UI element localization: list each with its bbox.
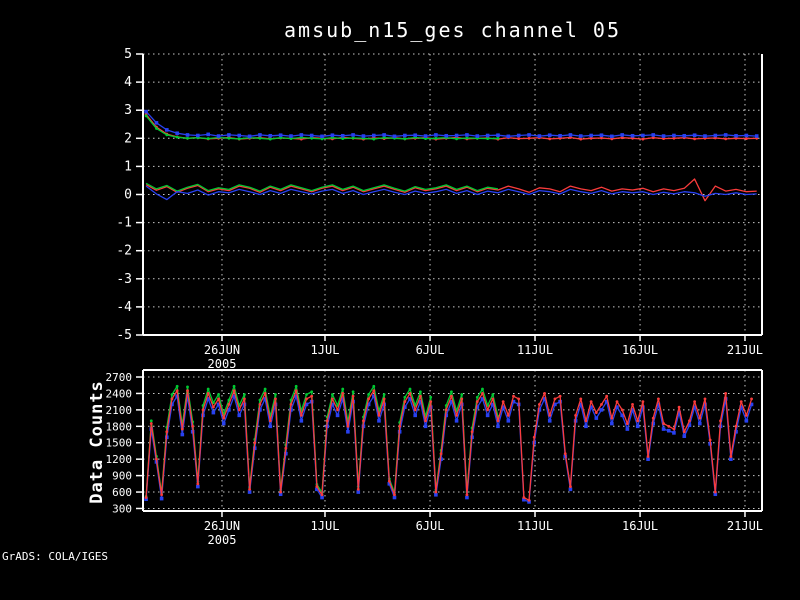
svg-text:1JUL: 1JUL: [311, 343, 340, 357]
svg-text:26JUN: 26JUN: [204, 343, 240, 357]
top-tick-labels: 5 4 3 2 1 0 -1 -2 -3 -4 -5 26JUN2005 1JUL 6JUL 11JUL 16…: [116, 47, 763, 371]
svg-text:1: 1: [124, 159, 132, 174]
svg-text:600: 600: [112, 486, 132, 499]
svg-text:900: 900: [112, 470, 132, 483]
bottom-panel: 2700 2400 2100 1800 1500 1200 900 600 300 26JUN20…: [106, 369, 763, 547]
svg-text:1200: 1200: [106, 453, 133, 466]
svg-text:26JUN: 26JUN: [204, 519, 240, 533]
svg-text:1800: 1800: [106, 420, 133, 433]
bottom-ticks: [136, 376, 746, 517]
svg-text:2400: 2400: [106, 387, 133, 400]
svg-text:2005: 2005: [208, 533, 237, 547]
svg-text:2005: 2005: [208, 357, 237, 371]
data-counts-axis-label: Data Counts: [87, 380, 107, 504]
svg-text:2: 2: [124, 131, 132, 146]
chart-title: amsub_n15_ges channel 05: [284, 18, 621, 42]
svg-text:-2: -2: [116, 244, 132, 259]
svg-text:300: 300: [112, 502, 132, 515]
svg-text:2700: 2700: [106, 371, 133, 384]
top-gridlines: [143, 53, 762, 336]
grads-screen: amsub_n15_ges channel 05 Data Counts 5 4 3…: [0, 0, 800, 600]
svg-text:1500: 1500: [106, 437, 133, 450]
svg-text:2100: 2100: [106, 404, 133, 417]
top-ticks: [136, 53, 746, 341]
top-panel: 5 4 3 2 1 0 -1 -2 -3 -4 -5 26JUN2005 1JUL 6JUL 11JUL 16…: [116, 47, 763, 371]
svg-text:11JUL: 11JUL: [517, 519, 553, 533]
svg-text:6JUL: 6JUL: [416, 519, 445, 533]
svg-text:1JUL: 1JUL: [311, 519, 340, 533]
svg-text:-4: -4: [116, 300, 132, 315]
svg-text:-1: -1: [116, 216, 132, 231]
svg-text:6JUL: 6JUL: [416, 343, 445, 357]
blue-line-upper: [144, 109, 759, 139]
svg-text:21JUL: 21JUL: [727, 519, 763, 533]
blue-counts: [144, 394, 754, 504]
svg-text:-3: -3: [116, 272, 132, 287]
svg-text:16JUL: 16JUL: [622, 343, 658, 357]
svg-text:3: 3: [124, 103, 132, 118]
svg-text:0: 0: [124, 188, 132, 203]
svg-text:4: 4: [124, 75, 132, 90]
chart-svg: 543210-1-2-3-4-526JUN20051JUL 6JUL 11JUL 16…: [106, 47, 764, 547]
svg-text:5: 5: [124, 47, 132, 62]
svg-text:16JUL: 16JUL: [622, 519, 658, 533]
red-counts: [144, 389, 753, 502]
grads-credit: GrADS: COLA/IGES: [2, 550, 108, 563]
svg-text:21JUL: 21JUL: [727, 343, 763, 357]
svg-text:11JUL: 11JUL: [517, 343, 553, 357]
svg-text:-5: -5: [116, 328, 132, 343]
